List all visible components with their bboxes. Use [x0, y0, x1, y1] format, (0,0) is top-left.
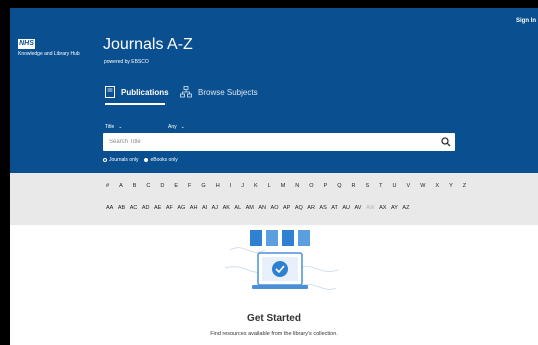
- header: Sign In NHS Knowledge and Library Hub Jo…: [10, 8, 538, 173]
- match-dropdown-value: Any: [168, 124, 177, 130]
- letter-link-ag[interactable]: AG: [177, 205, 185, 211]
- letter-link-aw[interactable]: AW: [366, 205, 375, 211]
- letter-link-ak[interactable]: AK: [223, 205, 230, 211]
- letter-link-ax[interactable]: AX: [379, 205, 386, 211]
- book-icon: [105, 86, 115, 98]
- letter-link-aj[interactable]: AJ: [212, 205, 218, 211]
- field-dropdown-value: Title: [105, 124, 115, 130]
- letter-link-s[interactable]: S: [366, 183, 370, 189]
- get-started-subtitle: Find resources available from the librar…: [210, 331, 338, 337]
- letter-link-av[interactable]: AV: [355, 205, 362, 211]
- letter-link-b[interactable]: B: [133, 183, 137, 189]
- chevron-down-icon: ⌄: [118, 124, 123, 130]
- letter-link-r[interactable]: R: [352, 183, 356, 189]
- nhs-logo[interactable]: NHS: [18, 39, 35, 49]
- radio-journals-label: Journals only: [109, 157, 139, 163]
- letter-link-f[interactable]: F: [188, 183, 191, 189]
- letter-link-j[interactable]: J: [241, 183, 244, 189]
- letter-link-h[interactable]: H: [216, 183, 220, 189]
- active-tab-indicator: [105, 103, 165, 105]
- letter-link-o[interactable]: O: [309, 183, 313, 189]
- letter-link-l[interactable]: L: [268, 183, 271, 189]
- letter-link-at[interactable]: AT: [331, 205, 338, 211]
- tab-publications[interactable]: Publications: [105, 86, 169, 98]
- page-title: Journals A-Z: [103, 36, 193, 53]
- letter-link-as[interactable]: AS: [319, 205, 326, 211]
- letter-link-g[interactable]: G: [201, 183, 205, 189]
- radio-ebooks-only[interactable]: eBooks only: [144, 157, 178, 163]
- letter-link-i[interactable]: I: [230, 183, 232, 189]
- letter-link-hash[interactable]: #: [106, 183, 109, 189]
- tab-browse-subjects[interactable]: Browse Subjects: [180, 86, 258, 98]
- radio-circle-icon: [103, 158, 107, 162]
- letter-link-ao[interactable]: AO: [271, 205, 279, 211]
- radio-journals-only[interactable]: Journals only: [103, 157, 138, 163]
- get-started-title: Get Started: [247, 313, 301, 324]
- letter-link-an[interactable]: AN: [258, 205, 266, 211]
- letter-link-al[interactable]: AL: [234, 205, 241, 211]
- letter-link-ad[interactable]: AD: [142, 205, 150, 211]
- chevron-down-icon: ⌄: [180, 124, 185, 130]
- letter-link-d[interactable]: D: [160, 183, 164, 189]
- search-icon[interactable]: [440, 136, 452, 148]
- letter-link-y[interactable]: Y: [449, 183, 453, 189]
- letter-link-w[interactable]: W: [420, 183, 425, 189]
- letter-link-z[interactable]: Z: [463, 183, 466, 189]
- search-input[interactable]: [109, 136, 429, 148]
- letter-link-c[interactable]: C: [146, 183, 150, 189]
- letter-link-v[interactable]: V: [407, 183, 411, 189]
- letter-link-az[interactable]: AZ: [402, 205, 409, 211]
- letter-link-x[interactable]: X: [435, 183, 439, 189]
- letter-link-n[interactable]: N: [295, 183, 299, 189]
- sign-in-link[interactable]: Sign In: [516, 18, 536, 24]
- letter-link-ai[interactable]: AI: [202, 205, 207, 211]
- letter-link-am[interactable]: AM: [246, 205, 254, 211]
- letter-link-a[interactable]: A: [119, 183, 123, 189]
- letter-link-ar[interactable]: AR: [307, 205, 315, 211]
- letter-link-ae[interactable]: AE: [154, 205, 161, 211]
- letter-link-au[interactable]: AU: [342, 205, 350, 211]
- radio-checked-icon: [144, 158, 149, 162]
- page: Sign In NHS Knowledge and Library Hub Jo…: [10, 8, 538, 345]
- letter-link-k[interactable]: K: [254, 183, 258, 189]
- letter-link-u[interactable]: U: [393, 183, 397, 189]
- letter-link-m[interactable]: M: [281, 183, 286, 189]
- match-dropdown[interactable]: Any ⌄: [168, 124, 185, 130]
- letter-link-ay[interactable]: AY: [391, 205, 398, 211]
- letter-link-ap[interactable]: AP: [283, 205, 290, 211]
- letter-link-e[interactable]: E: [174, 183, 178, 189]
- letter-link-q[interactable]: Q: [337, 183, 341, 189]
- letter-link-af[interactable]: AF: [166, 205, 173, 211]
- documents-laptop-illustration: [224, 230, 339, 290]
- letter-link-p[interactable]: P: [324, 183, 328, 189]
- field-dropdown[interactable]: Title ⌄: [105, 124, 122, 130]
- letter-link-aa[interactable]: AA: [106, 205, 113, 211]
- letter-link-t[interactable]: T: [379, 183, 382, 189]
- letter-link-ab[interactable]: AB: [118, 205, 125, 211]
- resource-type-filter: Journals only eBooks only: [103, 157, 178, 163]
- tab-browse-subjects-label: Browse Subjects: [198, 87, 258, 97]
- powered-by: powered by EBSCO: [104, 59, 149, 65]
- hierarchy-icon: [180, 86, 192, 98]
- alphabet-bar: # A B C D E F G H I J K L M N O P Q R S T U V W X Y Z AA AB AC AD AE AF…: [10, 173, 538, 225]
- letter-row-single: # A B C D E F G H I J K L M N O P Q R S T U V W X Y Z: [106, 183, 466, 189]
- hub-name: Knowledge and Library Hub: [18, 51, 80, 57]
- tab-publications-label: Publications: [121, 87, 169, 97]
- radio-ebooks-label: eBooks only: [150, 157, 178, 163]
- letter-link-ah[interactable]: AH: [190, 205, 198, 211]
- letter-row-double: AA AB AC AD AE AF AG AH AI AJ AK AL AM AN AO AP AQ AR AS AT…: [106, 205, 409, 211]
- search-bar: [103, 133, 455, 151]
- letter-link-ac[interactable]: AC: [130, 205, 138, 211]
- letter-link-aq[interactable]: AQ: [295, 205, 303, 211]
